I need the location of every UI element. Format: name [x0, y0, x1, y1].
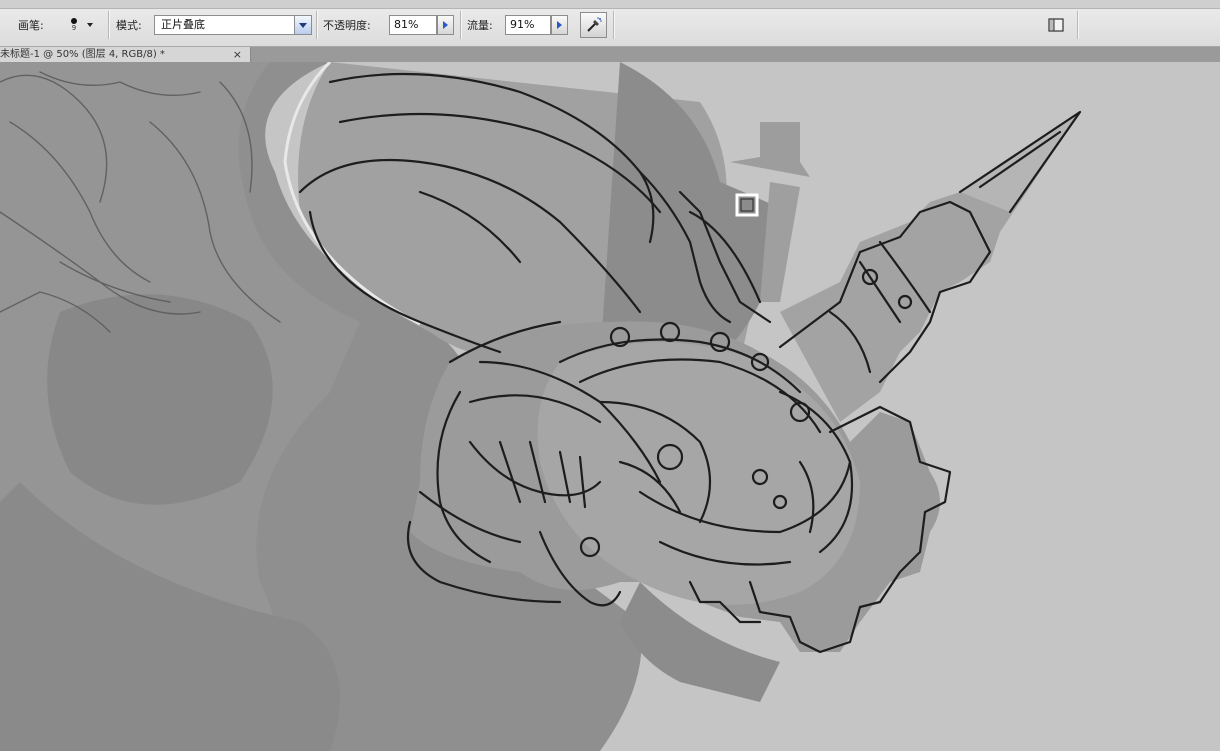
airbrush-toggle-button[interactable]: [580, 12, 607, 38]
flow-slider-button[interactable]: [551, 15, 568, 35]
document-title: 未标题-1 @ 50% (图层 4, RGB/8) *: [0, 49, 165, 60]
separator: [613, 11, 615, 39]
panel-toggle-icon: [1048, 18, 1064, 32]
dropdown-chevron-icon[interactable]: [294, 16, 311, 34]
document-tab[interactable]: 未标题-1 @ 50% (图层 4, RGB/8) * ×: [0, 47, 251, 62]
flow-label-wrap: 流量:: [467, 14, 493, 36]
tool-options-bar: 画笔: 9 模式: 正片叠底 不透明度: 81% 流量: 91%: [0, 0, 1220, 47]
photoshop-window: 画笔: 9 模式: 正片叠底 不透明度: 81% 流量: 91% 未标题-1 @…: [0, 0, 1220, 751]
flow-value: 91%: [510, 18, 535, 31]
canvas-area[interactable]: [0, 62, 1220, 751]
opacity-value: 81%: [394, 18, 419, 31]
menu-strip: [0, 0, 1220, 9]
blend-mode-select[interactable]: 正片叠底: [154, 15, 312, 35]
document-tab-bar: 未标题-1 @ 50% (图层 4, RGB/8) * ×: [0, 47, 1220, 62]
panel-toggle-button[interactable]: [1046, 15, 1066, 35]
brush-preset-icon: 9: [71, 18, 77, 32]
stepper-arrow-icon: [557, 21, 562, 29]
brush-dropdown-icon: [87, 23, 93, 27]
flow-input[interactable]: 91%: [505, 15, 551, 35]
brush-size-value: 9: [71, 24, 77, 32]
brush-preset-picker[interactable]: 9: [60, 12, 104, 38]
close-icon[interactable]: ×: [233, 47, 242, 62]
mode-label: 模式:: [116, 19, 142, 32]
separator: [460, 11, 462, 39]
blend-mode-value: 正片叠底: [161, 18, 205, 31]
airbrush-icon: [586, 17, 602, 32]
separator: [1077, 11, 1079, 39]
separator: [316, 11, 318, 39]
stepper-arrow-icon: [443, 21, 448, 29]
brush-label-wrap: 画笔:: [18, 14, 44, 36]
opacity-slider-button[interactable]: [437, 15, 454, 35]
sketch-artwork: [0, 62, 1082, 751]
opacity-label: 不透明度:: [323, 19, 371, 32]
opacity-label-wrap: 不透明度:: [323, 14, 371, 36]
flow-label: 流量:: [467, 19, 493, 32]
mode-label-wrap: 模式:: [116, 14, 142, 36]
opacity-input[interactable]: 81%: [389, 15, 437, 35]
separator: [108, 11, 110, 39]
brush-label: 画笔:: [18, 19, 44, 32]
